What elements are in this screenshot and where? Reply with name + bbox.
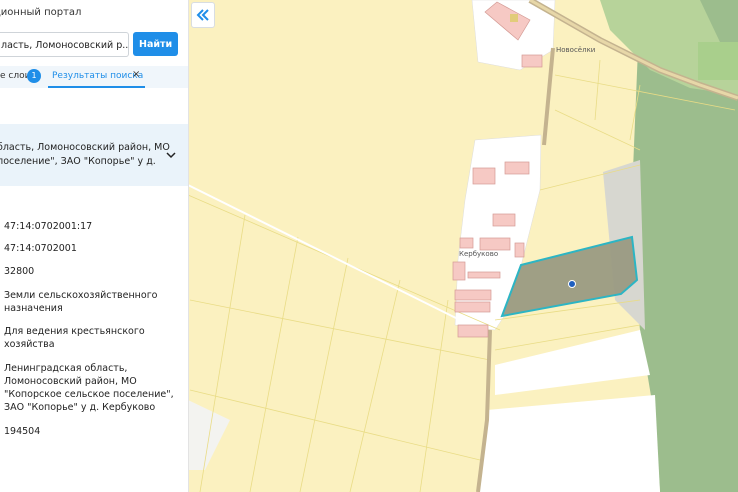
attr-category-line-2: назначения [4, 303, 63, 314]
search-input[interactable] [0, 34, 128, 56]
meadow-patch [698, 42, 738, 80]
collapse-panel-button[interactable] [191, 2, 215, 28]
layers-count-badge: 1 [27, 69, 41, 83]
search-result-item[interactable]: бласть, Ломоносовский район, МО поселени… [0, 124, 188, 186]
attr-cadastral-number: 47:14:0702001:17 [4, 221, 93, 232]
attr-area: 32800 [4, 266, 35, 277]
portal-title: ционный портал [0, 7, 82, 18]
tab-search-results[interactable]: Результаты поиска [52, 71, 143, 81]
attr-address-line-3: "Копорское сельское поселение", [4, 389, 174, 400]
attr-use-line-1: Для ведения крестьянского [4, 326, 145, 337]
location-dot-icon[interactable] [568, 280, 576, 288]
find-button[interactable]: Найти [133, 32, 178, 56]
close-icon[interactable]: × [132, 69, 140, 80]
attr-cost: 194504 [4, 426, 41, 437]
building-yellow [510, 14, 518, 22]
result-address-line-1: бласть, Ломоносовский район, МО [0, 142, 170, 153]
active-tab-indicator [48, 86, 145, 88]
attr-address-line-1: Ленинградская область, [4, 363, 128, 374]
search-field[interactable] [0, 32, 129, 57]
label-novoselki: Новосёлки [556, 46, 595, 54]
attr-address-line-2: Ломоносовский район, МО [4, 376, 137, 387]
chevron-down-icon[interactable] [166, 150, 176, 160]
attr-address-line-4: ЗАО "Копорье" у д. Кербуково [4, 402, 156, 413]
attr-category-line-1: Земли сельскохозяйственного [4, 290, 158, 301]
attr-quarter: 47:14:0702001 [4, 243, 77, 254]
tab-layers[interactable]: е слои [0, 71, 30, 81]
sidebar-panel: ционный портал Найти е слои 1 Результаты… [0, 0, 189, 492]
tabs-bar: е слои 1 Результаты поиска × [0, 66, 188, 88]
label-kerbukovo: Кербуково [459, 250, 498, 258]
attr-use-line-2: хозяйства [4, 339, 55, 350]
white-strip-2 [478, 395, 660, 492]
result-address-line-2: поселение", ЗАО "Копорье" у д. [0, 156, 156, 167]
double-chevron-left-icon [196, 9, 209, 21]
